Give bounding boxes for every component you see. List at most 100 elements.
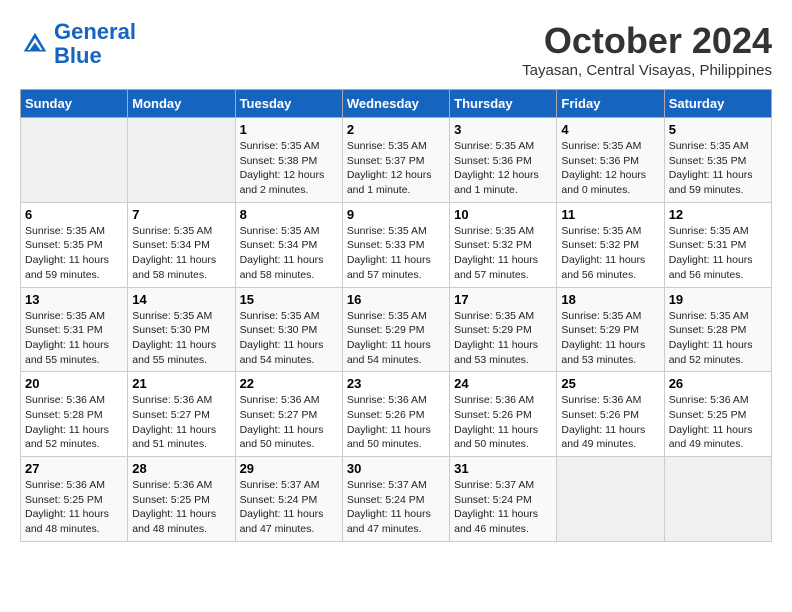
calendar-cell: 28 Sunrise: 5:36 AMSunset: 5:25 PMDayligh… xyxy=(128,457,235,542)
day-info: Sunrise: 5:37 AMSunset: 5:24 PMDaylight:… xyxy=(347,478,445,537)
calendar-cell: 22 Sunrise: 5:36 AMSunset: 5:27 PMDayligh… xyxy=(235,372,342,457)
weekday-header-wednesday: Wednesday xyxy=(342,90,449,118)
day-number: 28 xyxy=(132,461,230,476)
day-info: Sunrise: 5:35 AMSunset: 5:35 PMDaylight:… xyxy=(25,224,123,283)
calendar-cell: 29 Sunrise: 5:37 AMSunset: 5:24 PMDayligh… xyxy=(235,457,342,542)
day-number: 30 xyxy=(347,461,445,476)
day-number: 11 xyxy=(561,207,659,222)
day-info: Sunrise: 5:37 AMSunset: 5:24 PMDaylight:… xyxy=(454,478,552,537)
calendar-cell: 23Sunrise: 5:36 AMSunset: 5:26 PMDayligh… xyxy=(342,372,449,457)
day-info: Sunrise: 5:35 AMSunset: 5:29 PMDaylight:… xyxy=(561,309,659,368)
day-number: 7 xyxy=(132,207,230,222)
day-info: Sunrise: 5:35 AMSunset: 5:33 PMDaylight:… xyxy=(347,224,445,283)
day-info: Sunrise: 5:36 AMSunset: 5:25 PMDaylight:… xyxy=(669,393,767,452)
calendar-cell: 16 Sunrise: 5:35 AMSunset: 5:29 PMDayligh… xyxy=(342,287,449,372)
day-number: 29 xyxy=(240,461,338,476)
location: Tayasan, Central Visayas, Philippines xyxy=(522,62,772,79)
day-info: Sunrise: 5:35 AMSunset: 5:30 PMDaylight:… xyxy=(240,309,338,368)
calendar-cell: 14Sunrise: 5:35 AMSunset: 5:30 PMDayligh… xyxy=(128,287,235,372)
day-number: 3 xyxy=(454,122,552,137)
calendar-week-row: 13Sunrise: 5:35 AMSunset: 5:31 PMDayligh… xyxy=(21,287,772,372)
calendar-cell xyxy=(128,118,235,203)
day-number: 26 xyxy=(669,376,767,391)
calendar-cell: 26 Sunrise: 5:36 AMSunset: 5:25 PMDayligh… xyxy=(664,372,771,457)
day-number: 18 xyxy=(561,292,659,307)
calendar-cell: 13Sunrise: 5:35 AMSunset: 5:31 PMDayligh… xyxy=(21,287,128,372)
day-info: Sunrise: 5:36 AMSunset: 5:27 PMDaylight:… xyxy=(132,393,230,452)
day-number: 16 xyxy=(347,292,445,307)
weekday-header-thursday: Thursday xyxy=(450,90,557,118)
day-number: 8 xyxy=(240,207,338,222)
calendar-cell: 15 Sunrise: 5:35 AMSunset: 5:30 PMDayligh… xyxy=(235,287,342,372)
title-area: October 2024 Tayasan, Central Visayas, P… xyxy=(522,20,772,79)
calendar-cell: 18 Sunrise: 5:35 AMSunset: 5:29 PMDayligh… xyxy=(557,287,664,372)
day-number: 20 xyxy=(25,376,123,391)
weekday-header-saturday: Saturday xyxy=(664,90,771,118)
logo: General Blue xyxy=(20,20,136,68)
day-number: 4 xyxy=(561,122,659,137)
day-info: Sunrise: 5:35 AMSunset: 5:34 PMDaylight:… xyxy=(240,224,338,283)
day-number: 15 xyxy=(240,292,338,307)
weekday-header-monday: Monday xyxy=(128,90,235,118)
day-info: Sunrise: 5:35 AMSunset: 5:35 PMDaylight:… xyxy=(669,139,767,198)
calendar-cell: 5 Sunrise: 5:35 AMSunset: 5:35 PMDaylight… xyxy=(664,118,771,203)
calendar-cell: 8 Sunrise: 5:35 AMSunset: 5:34 PMDaylight… xyxy=(235,202,342,287)
day-info: Sunrise: 5:36 AMSunset: 5:26 PMDaylight:… xyxy=(561,393,659,452)
calendar-cell: 27 Sunrise: 5:36 AMSunset: 5:25 PMDayligh… xyxy=(21,457,128,542)
day-info: Sunrise: 5:36 AMSunset: 5:25 PMDaylight:… xyxy=(132,478,230,537)
calendar-cell: 12Sunrise: 5:35 AMSunset: 5:31 PMDayligh… xyxy=(664,202,771,287)
day-info: Sunrise: 5:35 AMSunset: 5:36 PMDaylight:… xyxy=(561,139,659,198)
day-info: Sunrise: 5:35 AMSunset: 5:29 PMDaylight:… xyxy=(454,309,552,368)
weekday-header-tuesday: Tuesday xyxy=(235,90,342,118)
day-number: 31 xyxy=(454,461,552,476)
calendar-cell: 24 Sunrise: 5:36 AMSunset: 5:26 PMDayligh… xyxy=(450,372,557,457)
calendar-week-row: 6Sunrise: 5:35 AMSunset: 5:35 PMDaylight… xyxy=(21,202,772,287)
day-number: 24 xyxy=(454,376,552,391)
day-info: Sunrise: 5:35 AMSunset: 5:32 PMDaylight:… xyxy=(454,224,552,283)
day-number: 10 xyxy=(454,207,552,222)
day-number: 21 xyxy=(132,376,230,391)
day-info: Sunrise: 5:35 AMSunset: 5:28 PMDaylight:… xyxy=(669,309,767,368)
day-info: Sunrise: 5:37 AMSunset: 5:24 PMDaylight:… xyxy=(240,478,338,537)
calendar-table: SundayMondayTuesdayWednesdayThursdayFrid… xyxy=(20,89,772,542)
weekday-header-sunday: Sunday xyxy=(21,90,128,118)
calendar-cell: 21 Sunrise: 5:36 AMSunset: 5:27 PMDayligh… xyxy=(128,372,235,457)
calendar-cell: 4 Sunrise: 5:35 AMSunset: 5:36 PMDaylight… xyxy=(557,118,664,203)
day-info: Sunrise: 5:35 AMSunset: 5:36 PMDaylight:… xyxy=(454,139,552,198)
day-info: Sunrise: 5:35 AMSunset: 5:34 PMDaylight:… xyxy=(132,224,230,283)
day-info: Sunrise: 5:36 AMSunset: 5:28 PMDaylight:… xyxy=(25,393,123,452)
day-info: Sunrise: 5:35 AMSunset: 5:31 PMDaylight:… xyxy=(669,224,767,283)
day-number: 17 xyxy=(454,292,552,307)
day-info: Sunrise: 5:36 AMSunset: 5:26 PMDaylight:… xyxy=(454,393,552,452)
weekday-header-row: SundayMondayTuesdayWednesdayThursdayFrid… xyxy=(21,90,772,118)
calendar-cell: 1Sunrise: 5:35 AMSunset: 5:38 PMDaylight… xyxy=(235,118,342,203)
calendar-cell xyxy=(664,457,771,542)
calendar-cell: 25 Sunrise: 5:36 AMSunset: 5:26 PMDayligh… xyxy=(557,372,664,457)
calendar-cell: 9 Sunrise: 5:35 AMSunset: 5:33 PMDaylight… xyxy=(342,202,449,287)
day-number: 14 xyxy=(132,292,230,307)
day-number: 22 xyxy=(240,376,338,391)
day-number: 19 xyxy=(669,292,767,307)
calendar-week-row: 27 Sunrise: 5:36 AMSunset: 5:25 PMDayligh… xyxy=(21,457,772,542)
day-number: 27 xyxy=(25,461,123,476)
day-number: 25 xyxy=(561,376,659,391)
calendar-week-row: 20 Sunrise: 5:36 AMSunset: 5:28 PMDayligh… xyxy=(21,372,772,457)
calendar-cell: 17 Sunrise: 5:35 AMSunset: 5:29 PMDayligh… xyxy=(450,287,557,372)
calendar-cell: 11 Sunrise: 5:35 AMSunset: 5:32 PMDayligh… xyxy=(557,202,664,287)
month-title: October 2024 xyxy=(522,20,772,62)
day-info: Sunrise: 5:35 AMSunset: 5:32 PMDaylight:… xyxy=(561,224,659,283)
day-number: 9 xyxy=(347,207,445,222)
day-info: Sunrise: 5:36 AMSunset: 5:25 PMDaylight:… xyxy=(25,478,123,537)
calendar-cell xyxy=(557,457,664,542)
calendar-cell: 31 Sunrise: 5:37 AMSunset: 5:24 PMDayligh… xyxy=(450,457,557,542)
day-info: Sunrise: 5:35 AMSunset: 5:31 PMDaylight:… xyxy=(25,309,123,368)
calendar-cell: 10 Sunrise: 5:35 AMSunset: 5:32 PMDayligh… xyxy=(450,202,557,287)
day-number: 1 xyxy=(240,122,338,137)
calendar-cell: 30 Sunrise: 5:37 AMSunset: 5:24 PMDayligh… xyxy=(342,457,449,542)
day-number: 2 xyxy=(347,122,445,137)
day-info: Sunrise: 5:35 AMSunset: 5:29 PMDaylight:… xyxy=(347,309,445,368)
page-header: General Blue October 2024 Tayasan, Centr… xyxy=(20,20,772,79)
weekday-header-friday: Friday xyxy=(557,90,664,118)
day-number: 5 xyxy=(669,122,767,137)
day-info: Sunrise: 5:36 AMSunset: 5:27 PMDaylight:… xyxy=(240,393,338,452)
